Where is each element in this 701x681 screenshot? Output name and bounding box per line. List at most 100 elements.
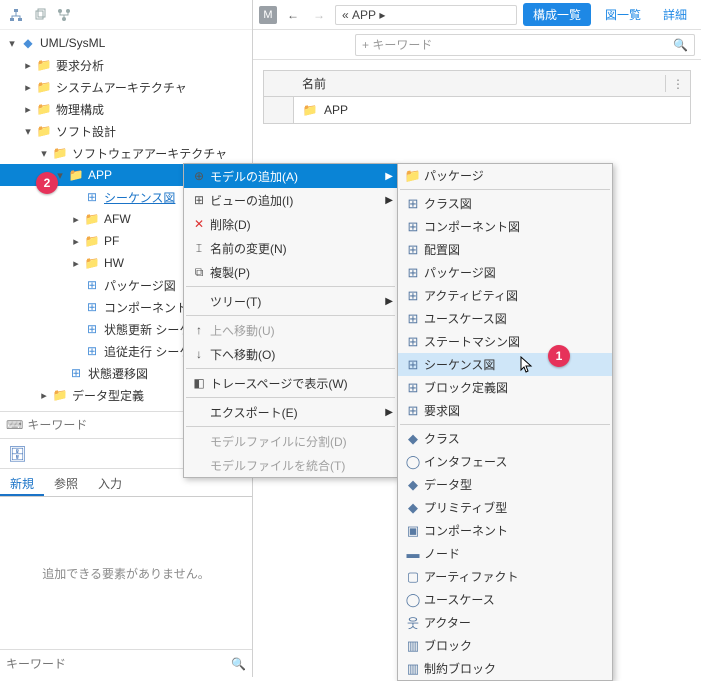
ctx-tree[interactable]: ツリー(T)▶	[184, 289, 397, 313]
sub-package-diagram[interactable]: ⊞パッケージ図	[398, 261, 612, 284]
col-menu-icon[interactable]: ⋮	[666, 77, 690, 91]
deployment-diagram-icon: ⊞	[402, 242, 424, 258]
callout-1: 1	[548, 345, 570, 367]
tab-ref[interactable]: 参照	[44, 469, 88, 496]
ctx-export[interactable]: エクスポート(E)▶	[184, 400, 397, 424]
sub-artifact[interactable]: ▢アーティファクト	[398, 565, 612, 588]
tab-new[interactable]: 新規	[0, 469, 44, 496]
ctx-rename[interactable]: 𝙸名前の変更(N)	[184, 236, 397, 260]
ctx-trace[interactable]: ◧トレースページで表示(W)	[184, 371, 397, 395]
copy-icon[interactable]	[32, 7, 48, 23]
database-icon[interactable]: 🗄	[8, 445, 27, 463]
ctx-split: モデルファイルに分割(D)	[184, 429, 397, 453]
sub-requirement-diagram[interactable]: ⊞要求図	[398, 399, 612, 422]
sub-package[interactable]: 📁パッケージ	[398, 164, 612, 187]
sub-class[interactable]: ◆クラス	[398, 427, 612, 450]
sequence-diagram-icon: ⊞	[402, 357, 424, 373]
tree-item-sysarch[interactable]: ▸📁システムアーキテクチャ	[0, 76, 252, 98]
folder-icon: 📁	[302, 102, 318, 118]
sub-actor[interactable]: 웃アクター	[398, 611, 612, 634]
branch-icon[interactable]	[56, 7, 72, 23]
arrow-up-icon: ↑	[188, 323, 210, 337]
artifact-icon: ▢	[402, 569, 424, 585]
col-name-header[interactable]: 名前	[294, 75, 666, 92]
panel-search[interactable]: 🔍	[0, 649, 252, 677]
main-subbar: + キーワード 🔍	[253, 30, 701, 60]
sub-datatype[interactable]: ◆データ型	[398, 473, 612, 496]
duplicate-icon: ⧉	[188, 265, 210, 280]
diagram-list-link[interactable]: 図一覧	[597, 3, 649, 26]
class-diagram-icon: ⊞	[402, 196, 424, 212]
ctx-duplicate[interactable]: ⧉複製(P)	[184, 260, 397, 284]
block-diagram-icon: ⊞	[402, 380, 424, 396]
context-menu: ⊕モデルの追加(A)▶ ⊞ビューの追加(I)▶ ✕削除(D) 𝙸名前の変更(N)…	[183, 163, 398, 478]
breadcrumb[interactable]: « APP ▸	[335, 5, 517, 25]
cursor-icon	[520, 356, 534, 374]
sub-component[interactable]: ▣コンポーネント	[398, 519, 612, 542]
constraint-block-icon: ▥	[402, 661, 424, 677]
activity-diagram-icon: ⊞	[402, 288, 424, 304]
sub-blockdef-diagram[interactable]: ⊞ブロック定義図	[398, 376, 612, 399]
hierarchy-icon[interactable]	[8, 7, 24, 23]
sub-deployment-diagram[interactable]: ⊞配置図	[398, 238, 612, 261]
add-view-icon: ⊞	[188, 193, 210, 207]
tree-item-req[interactable]: ▸📁要求分析	[0, 54, 252, 76]
panel-search-input[interactable]	[6, 657, 231, 671]
component-diagram-icon: ⊞	[402, 219, 424, 235]
forward-button[interactable]: →	[309, 5, 329, 25]
datatype-icon: ◆	[402, 477, 424, 493]
requirement-diagram-icon: ⊞	[402, 403, 424, 419]
tab-input[interactable]: 入力	[88, 469, 132, 496]
add-model-submenu: 📁パッケージ ⊞クラス図 ⊞コンポーネント図 ⊞配置図 ⊞パッケージ図 ⊞アクテ…	[397, 163, 613, 681]
ctx-merge: モデルファイルを統合(T)	[184, 453, 397, 477]
node-icon: ▬	[402, 546, 424, 561]
sidebar-toolbar	[0, 0, 252, 30]
sub-primitive[interactable]: ◆プリミティブ型	[398, 496, 612, 519]
interface-icon: ◯	[402, 454, 424, 470]
ctx-add-model[interactable]: ⊕モデルの追加(A)▶	[184, 164, 397, 188]
panel-body: 追加できる要素がありません。	[0, 497, 252, 649]
block-icon: ▥	[402, 638, 424, 654]
plus-icon[interactable]: +	[362, 38, 369, 52]
actor-icon: 웃	[402, 613, 424, 632]
search-icon[interactable]: 🔍	[673, 38, 688, 52]
sub-interface[interactable]: ◯インタフェース	[398, 450, 612, 473]
sub-node[interactable]: ▬ノード	[398, 542, 612, 565]
ctx-add-view[interactable]: ⊞ビューの追加(I)▶	[184, 188, 397, 212]
class-icon: ◆	[402, 431, 424, 447]
main-toolbar: M ← → « APP ▸ 構成一覧 図一覧 詳細	[253, 0, 701, 30]
primitive-icon: ◆	[402, 500, 424, 516]
model-badge: M	[259, 6, 277, 24]
sub-usecase-diagram[interactable]: ⊞ユースケース図	[398, 307, 612, 330]
sub-class-diagram[interactable]: ⊞クラス図	[398, 192, 612, 215]
statemachine-diagram-icon: ⊞	[402, 334, 424, 350]
tree-item-swarch[interactable]: ▾📁ソフトウェアアーキテクチャ	[0, 142, 252, 164]
sub-sequence-diagram[interactable]: ⊞シーケンス図	[398, 353, 612, 376]
tree-item-phys[interactable]: ▸📁物理構成	[0, 98, 252, 120]
sub-block[interactable]: ▥ブロック	[398, 634, 612, 657]
keyboard-icon: ⌨	[6, 418, 23, 432]
keyword-filter[interactable]: + キーワード 🔍	[355, 34, 695, 56]
sub-usecase[interactable]: ◯ユースケース	[398, 588, 612, 611]
delete-icon: ✕	[188, 217, 210, 231]
usecase-diagram-icon: ⊞	[402, 311, 424, 327]
back-button[interactable]: ←	[283, 5, 303, 25]
ctx-delete[interactable]: ✕削除(D)	[184, 212, 397, 236]
ctx-move-up: ↑上へ移動(U)	[184, 318, 397, 342]
ctx-move-down[interactable]: ↓下へ移動(O)	[184, 342, 397, 366]
sub-statemachine-diagram[interactable]: ⊞ステートマシン図	[398, 330, 612, 353]
tree-root[interactable]: ▾◆UML/SysML	[0, 32, 252, 54]
rename-icon: 𝙸	[188, 241, 210, 256]
sub-activity-diagram[interactable]: ⊞アクティビティ図	[398, 284, 612, 307]
usecase-icon: ◯	[402, 592, 424, 608]
add-model-icon: ⊕	[188, 169, 210, 183]
trace-icon: ◧	[188, 376, 210, 390]
tree-item-soft[interactable]: ▾📁ソフト設計	[0, 120, 252, 142]
search-icon[interactable]: 🔍	[231, 657, 246, 671]
sub-component-diagram[interactable]: ⊞コンポーネント図	[398, 215, 612, 238]
table-row[interactable]: 📁APP	[264, 97, 690, 123]
structure-list-button[interactable]: 構成一覧	[523, 3, 591, 26]
content-table: 名前 ⋮ 📁APP	[263, 70, 691, 124]
detail-link[interactable]: 詳細	[655, 3, 695, 26]
package-diagram-icon: ⊞	[402, 265, 424, 281]
